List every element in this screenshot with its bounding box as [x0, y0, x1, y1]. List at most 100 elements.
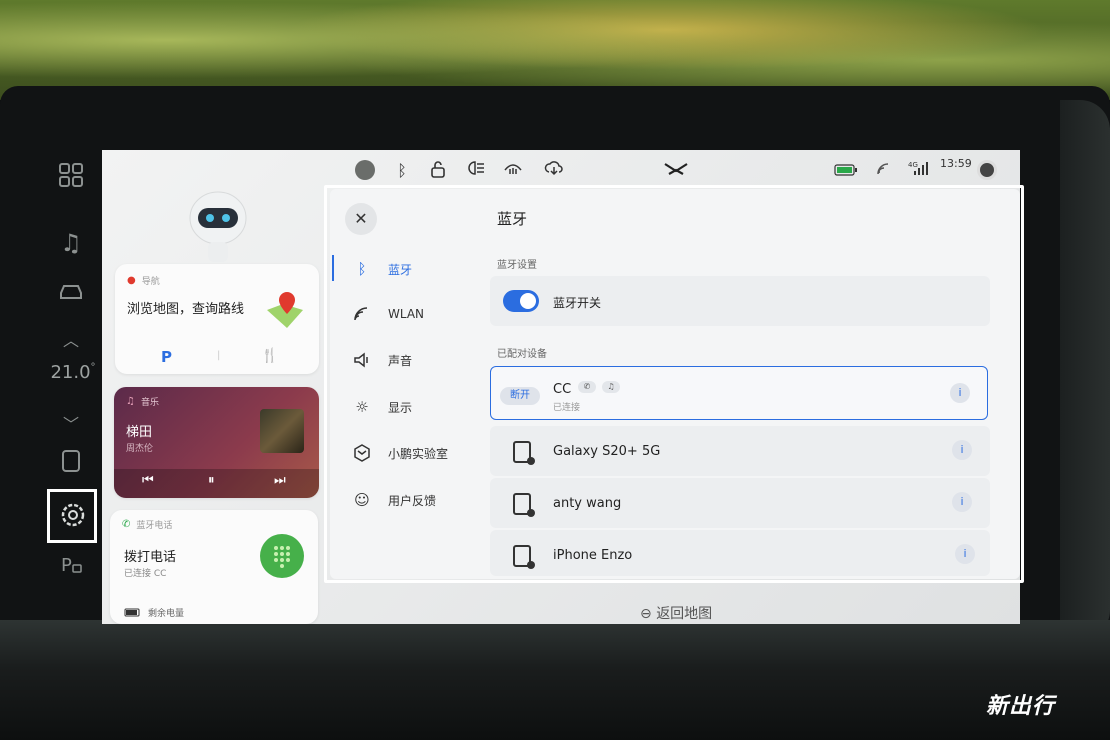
- section-label-bt-settings: 蓝牙设置: [497, 260, 537, 271]
- cloud-download-icon[interactable]: [543, 160, 565, 182]
- parking-shortcut[interactable]: P: [161, 348, 172, 366]
- dialpad-button[interactable]: [260, 534, 304, 578]
- close-button[interactable]: ✕: [345, 203, 377, 235]
- song-artist: 周杰伦: [126, 444, 154, 454]
- assistant-robot[interactable]: [188, 190, 248, 262]
- status-bar: ᛒ 4G: [102, 150, 1020, 190]
- wifi-icon: [352, 304, 372, 324]
- navigation-card[interactable]: ● 导航 浏览地图，查询路线 P | 🍴: [115, 264, 319, 374]
- temperature-unit: °: [90, 362, 96, 373]
- phone-icon[interactable]: [54, 448, 88, 482]
- phone-card-label: 蓝牙电话: [136, 521, 173, 531]
- bluetooth-toggle[interactable]: [503, 290, 539, 312]
- pin-icon: ●: [127, 275, 136, 286]
- music-note-icon: ♫: [126, 396, 135, 407]
- music-icon[interactable]: ♫: [54, 226, 88, 260]
- pause-icon[interactable]: ⏸: [208, 473, 215, 488]
- menu-item-display[interactable]: ☼ 显示: [352, 395, 412, 419]
- map-icon: [263, 290, 307, 330]
- bluetooth-icon: ᛒ: [357, 260, 367, 278]
- music-card[interactable]: ♫ 音乐 梯田 周杰伦 ⏮ ⏸ ⏭: [114, 387, 319, 498]
- menu-item-sound[interactable]: 声音: [352, 348, 412, 372]
- device-status: 已连接: [553, 403, 581, 413]
- dashboard-trim: [0, 620, 1110, 740]
- device-name: anty wang: [553, 496, 622, 511]
- phone-device-icon: [513, 441, 535, 465]
- active-indicator: [332, 255, 334, 281]
- back-to-map-label: 返回地图: [656, 606, 713, 622]
- info-icon[interactable]: i: [952, 440, 972, 460]
- music-capability-icon: ♫: [602, 381, 620, 393]
- speaker-icon: [352, 350, 372, 370]
- brightness-icon: ☼: [355, 398, 369, 416]
- toggle-knob: [520, 293, 536, 309]
- settings-highlight[interactable]: [47, 489, 97, 543]
- menu-item-wlan[interactable]: WLAN: [352, 302, 424, 326]
- device-name: iPhone Enzo: [553, 548, 633, 563]
- device-name: CC: [553, 382, 572, 397]
- background-foliage: [0, 0, 1110, 100]
- car-icon[interactable]: [54, 276, 88, 310]
- menu-item-label: WLAN: [388, 307, 425, 321]
- temperature-value: 21.0: [50, 362, 91, 383]
- lab-icon: [352, 443, 372, 463]
- phone-card[interactable]: ✆ 蓝牙电话 拨打电话 已连接 CC 剩余电量: [110, 510, 318, 624]
- restaurant-icon[interactable]: 🍴: [261, 348, 278, 364]
- avatar-icon[interactable]: [354, 160, 376, 182]
- menu-item-lab[interactable]: 小鹏实验室: [352, 441, 448, 465]
- album-art: [260, 409, 304, 453]
- svg-text:P: P: [61, 555, 72, 575]
- user-icon[interactable]: [976, 160, 998, 182]
- signal-label: 4G: [908, 161, 918, 169]
- back-to-map-button[interactable]: ⊖ 返回地图: [640, 603, 712, 623]
- call-capability-icon: ✆: [578, 381, 596, 393]
- chevron-up-icon[interactable]: ︿: [54, 324, 88, 358]
- phone-battery-label: 剩余电量: [148, 609, 185, 619]
- headlight-icon[interactable]: [464, 160, 486, 182]
- page-title: 蓝牙: [497, 210, 528, 228]
- smile-icon: ☺: [354, 491, 370, 509]
- phone-small-icon: ✆: [122, 519, 131, 530]
- next-icon[interactable]: ⏭: [274, 473, 286, 488]
- device-name: Galaxy S20+ 5G: [553, 444, 661, 459]
- menu-item-label: 小鹏实验室: [388, 446, 449, 461]
- disconnect-button[interactable]: 断开: [500, 387, 540, 405]
- left-rail: ♫ ︿ 21.0° ﹀ P: [40, 150, 102, 624]
- nav-card-label: 导航: [141, 277, 160, 287]
- apps-icon[interactable]: [54, 162, 88, 196]
- previous-icon[interactable]: ⏮: [142, 473, 154, 488]
- menu-item-label: 声音: [388, 353, 413, 368]
- nav-card-title: 浏览地图，查询路线: [127, 302, 245, 317]
- menu-item-bluetooth[interactable]: ᛒ 蓝牙: [352, 257, 412, 281]
- phone-device-icon: [513, 545, 535, 569]
- song-title: 梯田: [126, 425, 153, 440]
- xpeng-logo: [663, 160, 689, 182]
- menu-item-label: 蓝牙: [388, 262, 413, 277]
- battery-icon: [833, 160, 859, 182]
- phone-device-icon: [513, 493, 535, 517]
- watermark: 新出行: [986, 694, 1056, 719]
- bluetooth-toggle-label: 蓝牙开关: [553, 296, 602, 310]
- lock-icon[interactable]: [427, 160, 449, 182]
- bezel-edge: [1060, 100, 1110, 640]
- phone-card-title: 拨打电话: [124, 550, 177, 565]
- wifi-icon: [873, 160, 895, 182]
- info-icon[interactable]: i: [955, 544, 975, 564]
- menu-item-label: 用户反馈: [388, 493, 437, 508]
- parking-icon[interactable]: P: [54, 550, 88, 584]
- back-arrow-icon: ⊖: [640, 606, 657, 622]
- nav-divider: |: [217, 350, 221, 361]
- settings-icon[interactable]: [58, 500, 88, 530]
- signal-icon: 4G: [908, 160, 932, 182]
- defrost-icon[interactable]: [502, 160, 524, 182]
- clock: 13:59: [940, 157, 972, 170]
- info-icon[interactable]: i: [950, 383, 970, 403]
- section-label-paired: 已配对设备: [497, 349, 547, 360]
- temperature-display: 21.0°: [48, 362, 98, 383]
- info-icon[interactable]: i: [952, 492, 972, 512]
- bluetooth-icon[interactable]: ᛒ: [391, 160, 413, 182]
- menu-item-feedback[interactable]: ☺ 用户反馈: [352, 488, 436, 512]
- menu-item-label: 显示: [388, 400, 413, 415]
- phone-battery-icon: [124, 608, 140, 617]
- chevron-down-icon[interactable]: ﹀: [54, 408, 88, 442]
